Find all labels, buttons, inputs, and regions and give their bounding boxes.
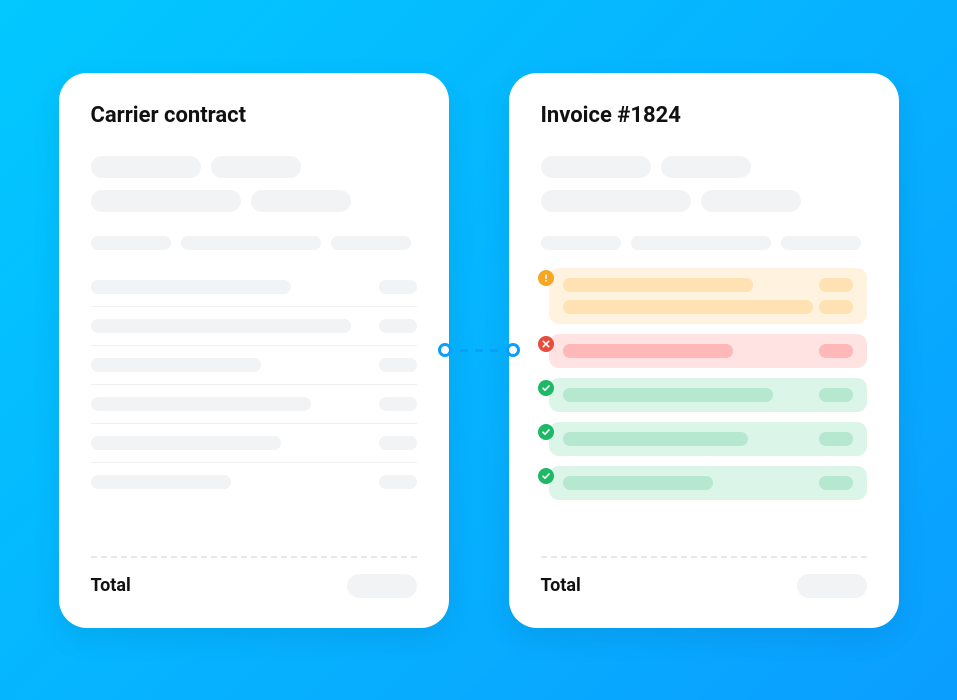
placeholder-bar bbox=[379, 358, 417, 372]
comparison-stage: Carrier contract bbox=[59, 73, 899, 628]
placeholder-bar bbox=[563, 300, 813, 314]
placeholder-bar bbox=[541, 156, 651, 178]
placeholder-bar bbox=[91, 156, 201, 178]
placeholder-bar bbox=[91, 436, 281, 450]
placeholder-bar bbox=[379, 436, 417, 450]
contract-total-label: Total bbox=[91, 575, 131, 596]
placeholder-bar bbox=[563, 344, 733, 358]
placeholder-bar bbox=[379, 319, 417, 333]
placeholder-bar bbox=[379, 397, 417, 411]
contract-header-skeleton-row-3 bbox=[91, 236, 417, 250]
comparison-row-error bbox=[541, 334, 867, 368]
placeholder-bar bbox=[379, 475, 417, 489]
line-item bbox=[91, 346, 417, 385]
invoice-header-skeleton-row-1 bbox=[541, 156, 867, 178]
placeholder-bar bbox=[819, 476, 853, 490]
comparison-block bbox=[549, 466, 867, 500]
contract-total-row: Total bbox=[91, 574, 417, 598]
placeholder-bar bbox=[631, 236, 771, 250]
placeholder-bar bbox=[181, 236, 321, 250]
dashed-divider bbox=[91, 556, 417, 558]
placeholder-bar bbox=[563, 432, 748, 446]
invoice-header-skeleton-row-2 bbox=[541, 190, 867, 212]
invoice-title: Invoice #1824 bbox=[541, 103, 867, 128]
invoice-card: Invoice #1824 bbox=[509, 73, 899, 628]
connector-dot-left bbox=[438, 343, 452, 357]
placeholder-bar bbox=[91, 236, 171, 250]
placeholder-bar bbox=[781, 236, 861, 250]
invoice-total-label: Total bbox=[541, 575, 581, 596]
connector-dashes bbox=[460, 349, 498, 352]
placeholder-bar bbox=[819, 278, 853, 292]
invoice-total-row: Total bbox=[541, 574, 867, 598]
placeholder-bar bbox=[563, 278, 753, 292]
placeholder-bar bbox=[91, 397, 311, 411]
connector-dot-right bbox=[506, 343, 520, 357]
invoice-header-skeleton-row-3 bbox=[541, 236, 867, 250]
placeholder-bar bbox=[347, 574, 417, 598]
line-item bbox=[91, 385, 417, 424]
placeholder-bar bbox=[91, 358, 261, 372]
placeholder-bar bbox=[211, 156, 301, 178]
placeholder-bar bbox=[819, 344, 853, 358]
comparison-block bbox=[549, 334, 867, 368]
placeholder-bar bbox=[819, 388, 853, 402]
check-icon bbox=[538, 380, 554, 396]
contract-header-skeleton-row-1 bbox=[91, 156, 417, 178]
placeholder-bar bbox=[797, 574, 867, 598]
placeholder-bar bbox=[701, 190, 801, 212]
placeholder-bar bbox=[91, 319, 351, 333]
comparison-block bbox=[549, 378, 867, 412]
connector-dash bbox=[490, 349, 498, 352]
comparison-block bbox=[549, 268, 867, 324]
placeholder-bar bbox=[91, 475, 231, 489]
placeholder-bar bbox=[661, 156, 751, 178]
comparison-connector bbox=[438, 343, 520, 357]
placeholder-bar bbox=[91, 190, 241, 212]
line-item bbox=[91, 424, 417, 463]
check-icon bbox=[538, 424, 554, 440]
placeholder-bar bbox=[91, 280, 291, 294]
contract-line-items bbox=[91, 268, 417, 501]
placeholder-bar bbox=[331, 236, 411, 250]
placeholder-bar bbox=[251, 190, 351, 212]
line-item bbox=[91, 268, 417, 307]
placeholder-bar bbox=[563, 388, 773, 402]
placeholder-bar bbox=[541, 190, 691, 212]
connector-dash bbox=[475, 349, 483, 352]
line-item bbox=[91, 463, 417, 501]
comparison-row-ok bbox=[541, 422, 867, 456]
line-item bbox=[91, 307, 417, 346]
invoice-comparison-list bbox=[541, 268, 867, 500]
comparison-row-ok bbox=[541, 466, 867, 500]
check-icon bbox=[538, 468, 554, 484]
error-icon bbox=[538, 336, 554, 352]
comparison-block bbox=[549, 422, 867, 456]
placeholder-bar bbox=[541, 236, 621, 250]
connector-dash bbox=[460, 349, 468, 352]
contract-card: Carrier contract bbox=[59, 73, 449, 628]
comparison-row-warning bbox=[541, 268, 867, 324]
placeholder-bar bbox=[819, 432, 853, 446]
contract-header-skeleton-row-2 bbox=[91, 190, 417, 212]
comparison-row-ok bbox=[541, 378, 867, 412]
warning-icon bbox=[538, 270, 554, 286]
dashed-divider bbox=[541, 556, 867, 558]
placeholder-bar bbox=[563, 476, 713, 490]
placeholder-bar bbox=[819, 300, 853, 314]
contract-title: Carrier contract bbox=[91, 103, 417, 128]
placeholder-bar bbox=[379, 280, 417, 294]
